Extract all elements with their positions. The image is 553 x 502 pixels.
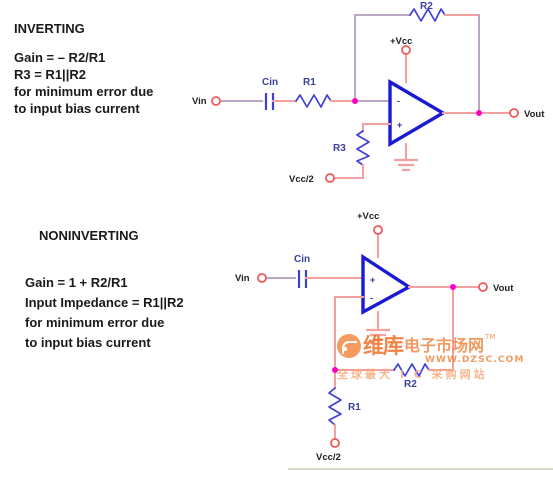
label-vin-noninverting: Vin [235, 273, 250, 284]
opamp-plus-pin-label: + [397, 120, 402, 130]
r1-resistor-symbol [295, 94, 332, 108]
noninverting-note-1: Input Impedance = R1||R2 [25, 295, 184, 310]
opamp-plus-pin-label-2: + [370, 275, 375, 285]
terminal-vcc-half-noninverting[interactable] [330, 438, 340, 448]
noninverting-note-3: to input bias current [25, 335, 151, 350]
ground-symbol-noninverting [366, 328, 390, 342]
r2-resistor-symbol-2 [393, 363, 430, 377]
junction-inverting-node [352, 98, 358, 104]
inverting-note-0: Gain = – R2/R1 [14, 50, 105, 65]
label-r3-inverting: R3 [333, 143, 346, 154]
opamp-symbol-inverting [388, 79, 447, 147]
inverting-text-block: INVERTING Gain = – R2/R1 R3 = R1||R2 for… [14, 21, 153, 116]
noninverting-note-0: Gain = 1 + R2/R1 [25, 275, 128, 290]
r1-resistor-symbol-2 [328, 387, 342, 426]
noninverting-text-block: NONINVERTING Gain = 1 + R2/R1 Input Impe… [25, 228, 184, 350]
noninverting-title: NONINVERTING [39, 228, 139, 243]
r3-resistor-symbol [356, 130, 370, 166]
terminal-vin-noninverting[interactable] [257, 273, 267, 283]
label-r2-inverting: R2 [420, 1, 433, 12]
inverting-title: INVERTING [14, 21, 85, 36]
schematic-canvas: INVERTING Gain = – R2/R1 R3 = R1||R2 for… [14, 1, 553, 470]
inverting-note-3: to input bias current [14, 101, 140, 116]
terminal-vout-noninverting[interactable] [478, 282, 488, 292]
label-vin-inverting: Vin [192, 96, 207, 107]
terminal-vcc-half-inverting[interactable] [325, 173, 335, 183]
junction-output-node [476, 110, 482, 116]
circuit-diagram-page: INVERTING Gain = – R2/R1 R3 = R1||R2 for… [0, 0, 553, 502]
label-vcc-half-inverting: Vcc/2 [289, 174, 314, 185]
inverting-circuit: - + Cin R1 R2 R3 Vin Vout +Vcc Vcc/2 [192, 1, 545, 185]
junction-output-node-2 [450, 284, 456, 290]
label-r2-noninverting: R2 [404, 379, 417, 390]
label-vcc-inverting: +Vcc [390, 36, 412, 47]
label-r1-inverting: R1 [303, 77, 316, 88]
label-vout-noninverting: Vout [493, 283, 514, 294]
label-cin-inverting: Cin [262, 77, 278, 88]
terminal-vout-inverting[interactable] [509, 108, 519, 118]
terminal-vcc-noninverting[interactable] [373, 225, 383, 235]
ground-symbol-inverting [394, 158, 418, 172]
wire-r3-to-vcc-half [334, 164, 364, 179]
noninverting-circuit: + - Cin R2 R1 Vin Vout +Vcc Vcc/2 [235, 211, 514, 463]
label-vcc-half-noninverting: Vcc/2 [316, 452, 341, 463]
inverting-note-1: R3 = R1||R2 [14, 67, 86, 82]
noninverting-note-2: for minimum error due [25, 315, 164, 330]
label-r1-noninverting: R1 [348, 402, 361, 413]
label-cin-noninverting: Cin [294, 254, 310, 265]
terminal-vin-inverting[interactable] [211, 96, 221, 106]
opamp-minus-pin-label: - [397, 96, 400, 106]
terminal-vcc-inverting[interactable] [401, 45, 411, 55]
junction-feedback-node-2 [332, 367, 338, 373]
inverting-note-2: for minimum error due [14, 84, 153, 99]
label-vcc-noninverting: +Vcc [357, 211, 379, 222]
label-vout-inverting: Vout [524, 109, 545, 120]
opamp-minus-pin-label-2: - [370, 293, 373, 303]
